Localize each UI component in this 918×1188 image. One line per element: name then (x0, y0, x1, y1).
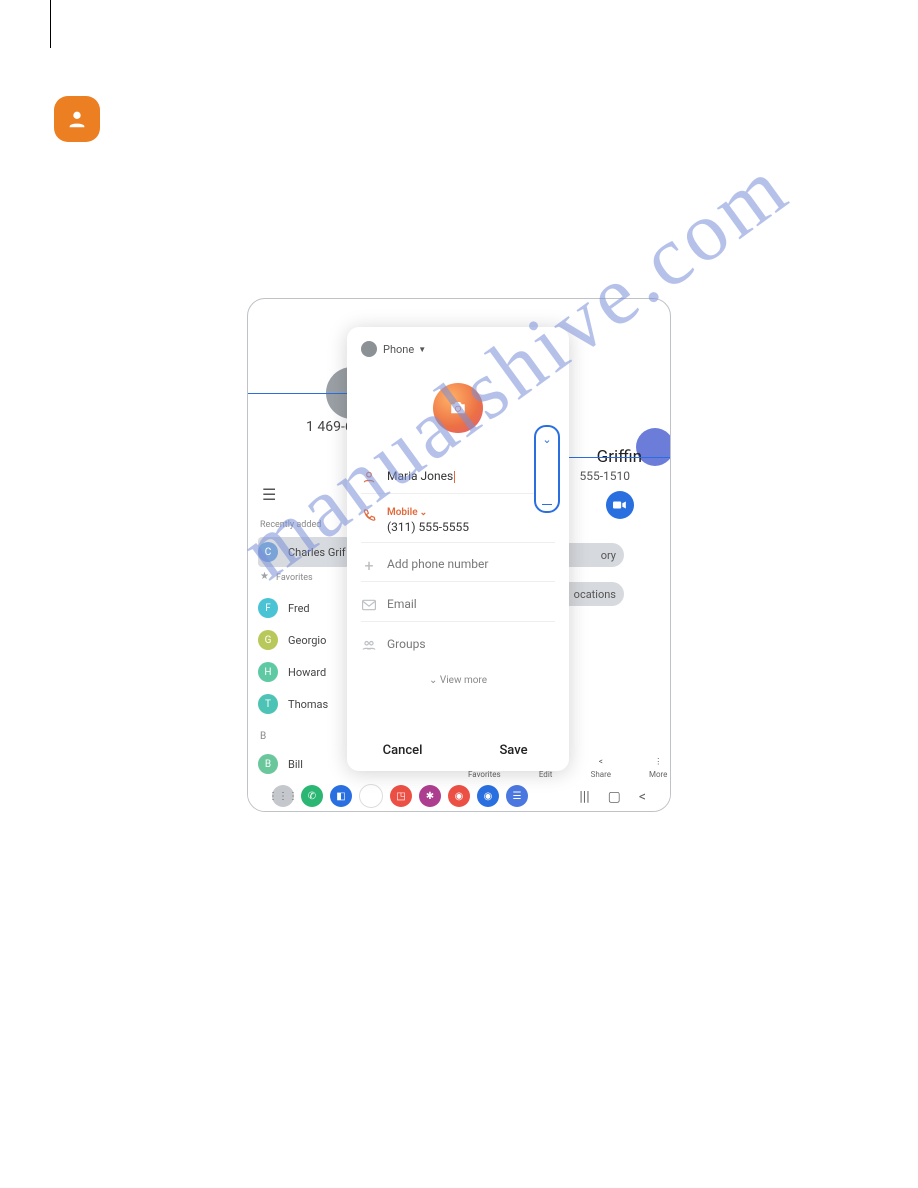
add-photo-button[interactable] (433, 383, 483, 433)
contact-row[interactable]: F Fred (258, 593, 350, 623)
contact-name: Fred (288, 602, 310, 615)
contact-row[interactable]: T Thomas (258, 689, 350, 719)
add-phone-field[interactable]: + Add phone number (361, 549, 555, 582)
phone-icon (361, 507, 377, 523)
phone-screenshot: 1 469-6 ☰ Recently added C Charles Grif … (247, 298, 671, 812)
contact-name: Thomas (288, 698, 328, 711)
bg-detail-phone: 555-1510 (579, 469, 630, 483)
page-margin-line (50, 0, 51, 48)
mobile-field[interactable]: Mobile⌄ (311) 555-5555 (361, 499, 555, 543)
nav-home[interactable]: ▢ (608, 789, 621, 805)
minus-icon (542, 504, 552, 506)
nav-back[interactable]: < (639, 789, 646, 805)
contact-row[interactable]: H Howard (258, 657, 350, 687)
contact-avatar: C (258, 542, 278, 562)
tb-icon[interactable]: ✱ (419, 785, 441, 807)
contact-name: Georgio (288, 634, 326, 647)
bg-number: 1 469-6 (306, 419, 353, 435)
share-action[interactable]: <Share (591, 754, 611, 779)
contact-avatar: F (258, 598, 278, 618)
chevron-down-icon: ⌄ (420, 508, 428, 518)
video-call-icon[interactable] (606, 491, 634, 519)
contact-name: Bill (288, 758, 303, 771)
storage-icon (361, 341, 377, 357)
chrome-icon[interactable]: ◉ (359, 784, 383, 808)
email-field[interactable]: Email (361, 589, 555, 622)
section-letter: B (260, 731, 266, 742)
nav-buttons: ||| ▢ < (579, 789, 646, 805)
star-icon: ★ (260, 571, 269, 582)
menu-icon: ☰ (262, 485, 276, 504)
email-icon (361, 597, 377, 613)
groups-icon (361, 637, 377, 653)
person-icon (361, 469, 377, 485)
contact-name: Charles Grif (288, 546, 346, 559)
recently-added-label: Recently added (260, 520, 321, 530)
contact-avatar: G (258, 630, 278, 650)
contact-row[interactable]: C Charles Grif (258, 537, 350, 567)
tb-icon[interactable]: ◉ (477, 785, 499, 807)
chevron-down-icon: ⌄ (542, 433, 551, 446)
create-contact-modal: Phone ▼ Maria Jones Mobile⌄ (311) 555-55… (347, 327, 569, 771)
messages-icon[interactable]: ☰ (506, 785, 528, 807)
tb-icon[interactable]: ◉ (448, 785, 470, 807)
contact-avatar: T (258, 694, 278, 714)
chevron-down-icon: ▼ (418, 345, 426, 354)
groups-field[interactable]: Groups (361, 629, 555, 661)
favorites-label: Favorites (276, 573, 313, 583)
nav-recents[interactable]: ||| (579, 789, 589, 805)
view-more-button[interactable]: View more (347, 675, 569, 686)
tb-icon[interactable]: ◧ (330, 785, 352, 807)
tb-icon[interactable]: ◳ (390, 785, 412, 807)
storage-selector[interactable]: Phone ▼ (361, 341, 426, 357)
phone-app-icon[interactable]: ✆ (301, 785, 323, 807)
more-action[interactable]: ⋮More (649, 754, 667, 779)
contacts-app-icon (54, 96, 100, 142)
contact-avatar: H (258, 662, 278, 682)
expand-callout: ⌄ (534, 425, 560, 513)
contact-name: Howard (288, 666, 326, 679)
plus-icon: + (361, 557, 377, 573)
text-cursor (454, 471, 455, 483)
save-button[interactable]: Save (458, 743, 569, 758)
cancel-button[interactable]: Cancel (347, 743, 458, 758)
name-field[interactable]: Maria Jones (361, 461, 555, 494)
apps-icon[interactable]: ⋮⋮⋮ (272, 785, 294, 807)
contact-row[interactable]: B Bill (258, 749, 350, 779)
contact-avatar: B (258, 754, 278, 774)
contact-row[interactable]: G Georgio (258, 625, 350, 655)
modal-actions: Cancel Save (347, 729, 569, 771)
